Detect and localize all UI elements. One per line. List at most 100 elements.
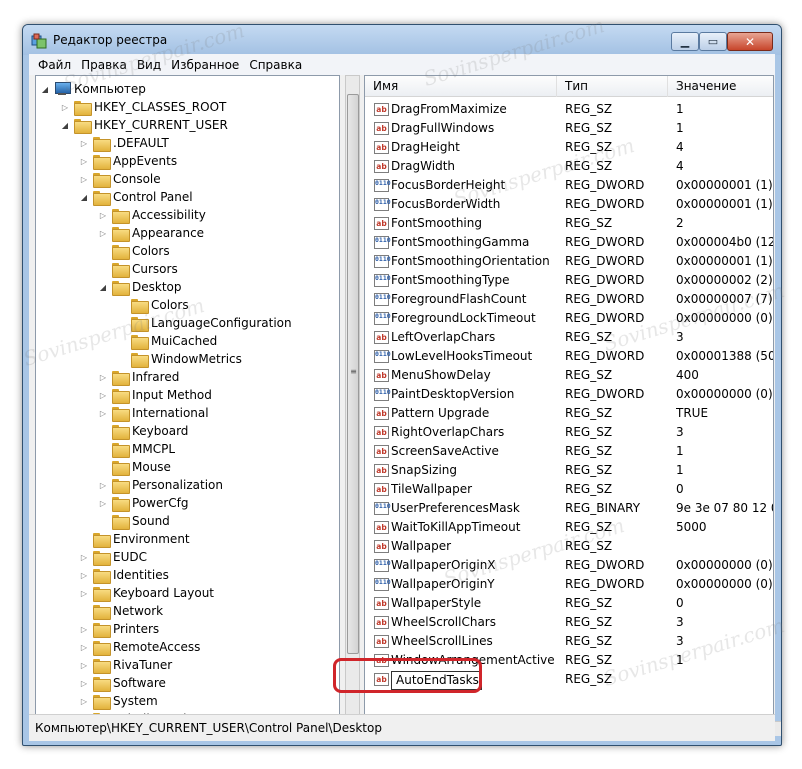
value-row[interactable]: 0110 ForegroundFlashCount REG_DWORD 0x00000… bbox=[365, 290, 773, 309]
menu-file[interactable]: Файл bbox=[33, 58, 76, 72]
expand-arrow-icon[interactable]: ▷ bbox=[60, 103, 70, 112]
tree-item[interactable]: ◢ HKEY_CURRENT_USER bbox=[60, 116, 228, 134]
collapse-arrow-icon[interactable]: ◢ bbox=[98, 283, 108, 292]
tree-item[interactable]: MuiCached bbox=[117, 332, 217, 350]
tree-item[interactable]: ▷ .DEFAULT bbox=[79, 134, 169, 152]
title-bar[interactable]: Редактор реестра ▁ ▭ ✕ bbox=[23, 25, 781, 55]
collapse-arrow-icon[interactable]: ◢ bbox=[60, 121, 70, 130]
tree-item[interactable]: MMCPL bbox=[98, 440, 175, 458]
value-row[interactable]: ab SnapSizing REG_SZ 1 bbox=[365, 461, 773, 480]
tree-item[interactable]: ▷ Software bbox=[79, 674, 166, 692]
tree-item[interactable]: Keyboard bbox=[98, 422, 188, 440]
column-header-value[interactable]: Значение bbox=[668, 76, 773, 97]
tree-scroll-thumb[interactable]: ≡ bbox=[347, 94, 359, 654]
value-row[interactable]: ab DragFromMaximize REG_SZ 1 bbox=[365, 100, 773, 119]
expand-arrow-icon[interactable]: ▷ bbox=[79, 661, 89, 670]
expand-arrow-icon[interactable]: ▷ bbox=[79, 553, 89, 562]
collapse-arrow-icon[interactable]: ◢ bbox=[40, 85, 50, 94]
expand-arrow-icon[interactable]: ▷ bbox=[79, 571, 89, 580]
expand-arrow-icon[interactable]: ▷ bbox=[98, 391, 108, 400]
tree-item[interactable]: ▷ Personalization bbox=[98, 476, 223, 494]
tree-vertical-scrollbar[interactable]: ≡ bbox=[345, 75, 360, 715]
value-row[interactable]: 0110 FontSmoothingType REG_DWORD 0x00000002… bbox=[365, 271, 773, 290]
tree-item[interactable]: ▷ AppEvents bbox=[79, 152, 177, 170]
collapse-arrow-icon[interactable]: ◢ bbox=[79, 193, 89, 202]
tree-item[interactable]: ▷ Printers bbox=[79, 620, 159, 638]
tree-item[interactable]: ▷ PowerCfg bbox=[98, 494, 189, 512]
value-row[interactable]: ab RightOverlapChars REG_SZ 3 bbox=[365, 423, 773, 442]
value-row[interactable]: ab TileWallpaper REG_SZ 0 bbox=[365, 480, 773, 499]
tree-item[interactable]: WindowMetrics bbox=[117, 350, 242, 368]
expand-arrow-icon[interactable]: ▷ bbox=[79, 643, 89, 652]
tree-item[interactable]: ▷ HKEY_CLASSES_ROOT bbox=[60, 98, 226, 116]
tree-item[interactable]: ◢ Desktop bbox=[98, 278, 182, 296]
tree-item[interactable]: LanguageConfiguration bbox=[117, 314, 292, 332]
column-header-name[interactable]: Имя bbox=[365, 76, 557, 97]
value-row[interactable]: 0110 FontSmoothingOrientation REG_DWORD 0x0… bbox=[365, 252, 773, 271]
menu-edit[interactable]: Правка bbox=[76, 58, 132, 72]
value-row[interactable]: ab Wallpaper REG_SZ bbox=[365, 537, 773, 556]
value-row[interactable]: 0110 LowLevelHooksTimeout REG_DWORD 0x00001… bbox=[365, 347, 773, 366]
expand-arrow-icon[interactable]: ▷ bbox=[79, 625, 89, 634]
value-row[interactable]: ab WallpaperStyle REG_SZ 0 bbox=[365, 594, 773, 613]
tree-item[interactable]: Environment bbox=[79, 530, 190, 548]
expand-arrow-icon[interactable]: ▷ bbox=[79, 175, 89, 184]
tree-item[interactable]: ▷ International bbox=[98, 404, 209, 422]
expand-arrow-icon[interactable]: ▷ bbox=[79, 157, 89, 166]
value-row[interactable]: 0110 UserPreferencesMask REG_BINARY 9e 3e 0… bbox=[365, 499, 773, 518]
tree-item[interactable]: ▷ Input Method bbox=[98, 386, 212, 404]
expand-arrow-icon[interactable]: ▷ bbox=[98, 499, 108, 508]
expand-arrow-icon[interactable]: ▷ bbox=[79, 139, 89, 148]
value-row[interactable]: ab DragWidth REG_SZ 4 bbox=[365, 157, 773, 176]
expand-arrow-icon[interactable]: ▷ bbox=[79, 589, 89, 598]
value-row[interactable]: ab LeftOverlapChars REG_SZ 3 bbox=[365, 328, 773, 347]
menu-favorites[interactable]: Избранное bbox=[166, 58, 244, 72]
tree-item[interactable]: Network bbox=[79, 602, 163, 620]
tree-item[interactable]: Colors bbox=[117, 296, 189, 314]
tree-item[interactable]: ◢ Control Panel bbox=[79, 188, 193, 206]
expand-arrow-icon[interactable]: ▷ bbox=[98, 481, 108, 490]
value-row[interactable]: 0110 WallpaperOriginY REG_DWORD 0x00000000 … bbox=[365, 575, 773, 594]
value-row[interactable]: ab WheelScrollChars REG_SZ 3 bbox=[365, 613, 773, 632]
tree-item[interactable]: Mouse bbox=[98, 458, 171, 476]
value-row[interactable]: 0110 ForegroundLockTimeout REG_DWORD 0x0000… bbox=[365, 309, 773, 328]
tree-item[interactable]: ▷ Keyboard Layout bbox=[79, 584, 214, 602]
value-row[interactable]: ab DragHeight REG_SZ 4 bbox=[365, 138, 773, 157]
menu-help[interactable]: Справка bbox=[244, 58, 307, 72]
value-row[interactable]: 0110 PaintDesktopVersion REG_DWORD 0x000000… bbox=[365, 385, 773, 404]
expand-arrow-icon[interactable]: ▷ bbox=[98, 409, 108, 418]
tree-item[interactable]: ▷ Console bbox=[79, 170, 161, 188]
expand-arrow-icon[interactable]: ▷ bbox=[79, 697, 89, 706]
tree-item[interactable]: ▷ RivaTuner bbox=[79, 656, 172, 674]
tree-item-computer[interactable]: ◢ Компьютер bbox=[40, 80, 146, 98]
tree-item[interactable]: ▷ RemoteAccess bbox=[79, 638, 200, 656]
expand-arrow-icon[interactable]: ▷ bbox=[98, 211, 108, 220]
tree-item[interactable]: ▷ Appearance bbox=[98, 224, 204, 242]
tree-item[interactable]: ▷ Accessibility bbox=[98, 206, 206, 224]
close-button[interactable]: ✕ bbox=[727, 32, 773, 51]
value-row[interactable]: ab Pattern Upgrade REG_SZ TRUE bbox=[365, 404, 773, 423]
value-row[interactable]: 0110 FocusBorderWidth REG_DWORD 0x00000001 … bbox=[365, 195, 773, 214]
tree-item[interactable]: ▷ Identities bbox=[79, 566, 169, 584]
value-row[interactable]: ab ScreenSaveActive REG_SZ 1 bbox=[365, 442, 773, 461]
value-row[interactable]: ab WaitToKillAppTimeout REG_SZ 5000 bbox=[365, 518, 773, 537]
minimize-button[interactable]: ▁ bbox=[671, 32, 699, 51]
tree-item[interactable]: ▷ System bbox=[79, 692, 158, 710]
value-row[interactable]: ab FontSmoothing REG_SZ 2 bbox=[365, 214, 773, 233]
value-row[interactable]: ab DragFullWindows REG_SZ 1 bbox=[365, 119, 773, 138]
expand-arrow-icon[interactable]: ▷ bbox=[98, 229, 108, 238]
value-row[interactable]: ab MenuShowDelay REG_SZ 400 bbox=[365, 366, 773, 385]
menu-view[interactable]: Вид bbox=[132, 58, 166, 72]
value-row[interactable]: 0110 FocusBorderHeight REG_DWORD 0x00000001… bbox=[365, 176, 773, 195]
tree-item[interactable]: Sound bbox=[98, 512, 170, 530]
tree-item[interactable]: Colors bbox=[98, 242, 170, 260]
tree-item[interactable]: ▷ Infrared bbox=[98, 368, 179, 386]
expand-arrow-icon[interactable]: ▷ bbox=[79, 679, 89, 688]
expand-arrow-icon[interactable]: ▷ bbox=[98, 373, 108, 382]
tree-item[interactable]: ▷ EUDC bbox=[79, 548, 147, 566]
value-row[interactable]: ab WheelScrollLines REG_SZ 3 bbox=[365, 632, 773, 651]
maximize-button[interactable]: ▭ bbox=[699, 32, 727, 51]
tree-item[interactable]: Cursors bbox=[98, 260, 178, 278]
column-header-type[interactable]: Тип bbox=[557, 76, 668, 97]
value-row[interactable]: 0110 WallpaperOriginX REG_DWORD 0x00000000 … bbox=[365, 556, 773, 575]
